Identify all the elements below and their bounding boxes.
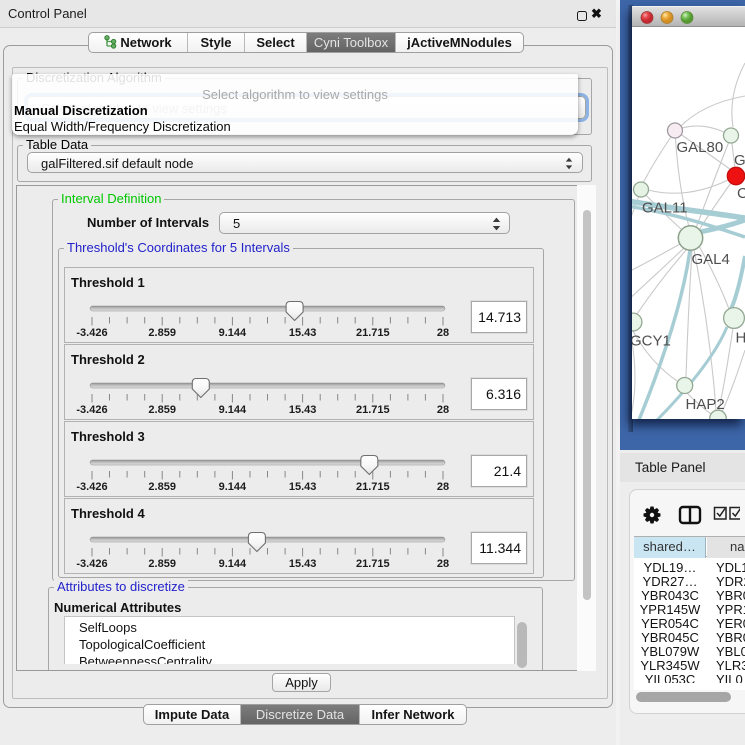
svg-text:-3.426: -3.426 — [76, 327, 107, 339]
svg-text:HAP2: HAP2 — [686, 396, 725, 413]
svg-text:H: H — [736, 330, 745, 347]
svg-text:2.859: 2.859 — [148, 327, 176, 339]
svg-text:15.43: 15.43 — [289, 481, 317, 493]
svg-text:2.859: 2.859 — [148, 558, 176, 570]
svg-text:-3.426: -3.426 — [76, 558, 107, 570]
svg-text:GAL80: GAL80 — [677, 139, 724, 156]
svg-text:28: 28 — [437, 327, 449, 339]
svg-text:21.715: 21.715 — [356, 327, 390, 339]
svg-text:9.144: 9.144 — [219, 327, 247, 339]
svg-text:15.43: 15.43 — [289, 404, 317, 416]
svg-text:15.43: 15.43 — [289, 558, 317, 570]
svg-text:28: 28 — [437, 481, 449, 493]
svg-text:-3.426: -3.426 — [76, 481, 107, 493]
svg-text:2.859: 2.859 — [148, 481, 176, 493]
svg-text:28: 28 — [437, 404, 449, 416]
svg-text:GAL4: GAL4 — [692, 251, 730, 268]
svg-text:21.715: 21.715 — [356, 558, 390, 570]
svg-text:21.715: 21.715 — [356, 404, 390, 416]
svg-text:GCY1: GCY1 — [632, 333, 671, 350]
svg-text:21.715: 21.715 — [356, 481, 390, 493]
svg-text:GAL11: GAL11 — [642, 200, 688, 217]
svg-text:G: G — [734, 152, 745, 169]
svg-text:15.43: 15.43 — [289, 327, 317, 339]
svg-text:-3.426: -3.426 — [76, 404, 107, 416]
svg-text:C: C — [737, 185, 745, 202]
svg-text:2.859: 2.859 — [148, 404, 176, 416]
svg-text:28: 28 — [437, 558, 449, 570]
svg-text:9.144: 9.144 — [219, 481, 247, 493]
svg-text:9.144: 9.144 — [219, 558, 247, 570]
svg-text:9.144: 9.144 — [219, 404, 247, 416]
